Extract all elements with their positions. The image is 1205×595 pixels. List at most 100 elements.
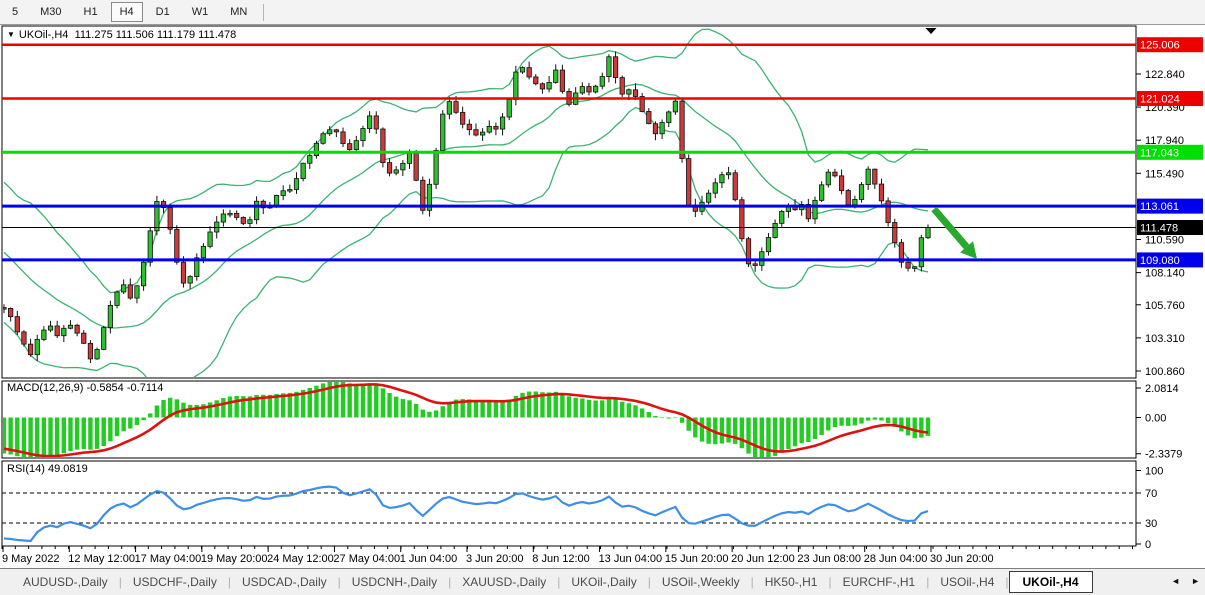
timeframe-button-MN[interactable]: MN (221, 2, 256, 22)
candle-up (301, 163, 305, 178)
macd-signal-value: -0.7114 (127, 382, 164, 394)
candle-down (88, 343, 92, 359)
candle-up (673, 101, 677, 112)
chart-tab-eurchf-h1[interactable]: EURCHF-,H1 (832, 571, 927, 593)
macd-bar (82, 418, 86, 450)
candle-down (8, 308, 12, 316)
candle-down (893, 223, 897, 243)
macd-axis-label: -2.3379 (1145, 449, 1182, 461)
macd-bar (633, 405, 637, 417)
macd-bar (527, 392, 531, 418)
macd-bar (607, 399, 611, 418)
macd-bar (42, 418, 46, 459)
macd-bar (195, 405, 199, 417)
candle-down (374, 116, 378, 129)
timeframe-button-5[interactable]: 5 (3, 2, 27, 22)
level-badge-label: 117.043 (1140, 147, 1179, 159)
macd-bar (673, 418, 677, 419)
timeframe-button-M30[interactable]: M30 (31, 2, 70, 22)
time-axis-label: 8 Jun 12:00 (532, 553, 590, 565)
chart-tab-audusd-daily[interactable]: AUDUSD-,Daily (12, 571, 119, 593)
tab-scroll-left-icon[interactable]: ◄ (1171, 576, 1180, 586)
macd-bar (121, 418, 125, 432)
macd-bar (733, 418, 737, 444)
candle-up (600, 77, 604, 87)
candle-up (361, 129, 365, 141)
chart-tab-usoil-h4[interactable]: USOil-,H4 (929, 571, 1005, 593)
candle-down (454, 102, 458, 113)
candle-down (55, 326, 59, 336)
timeframe-button-D1[interactable]: D1 (147, 2, 179, 22)
price-axis-label: 103.310 (1145, 333, 1185, 345)
macd-bar (839, 418, 843, 426)
tab-scroll-right-icon[interactable]: ► (1191, 576, 1200, 586)
candle-up (228, 213, 232, 215)
candle-up (660, 122, 664, 133)
candle-up (115, 292, 119, 305)
chart-tab-usdchf-daily[interactable]: USDCHF-,Daily (122, 571, 228, 593)
chart-tab-hk50-h1[interactable]: HK50-,H1 (754, 571, 829, 593)
rsi-name: RSI(14) (7, 463, 45, 475)
macd-bar (700, 418, 704, 442)
time-axis-label: 20 Jun 12:00 (731, 553, 795, 565)
macd-bar (653, 416, 657, 418)
chart-tab-xauusd-daily[interactable]: XAUUSD-,Daily (451, 571, 557, 593)
macd-bar (913, 418, 917, 439)
price-chart-canvas[interactable]: 122.840120.390117.940115.490110.590108.1… (0, 25, 1205, 568)
chart-tab-usdcnh-daily[interactable]: USDCNH-,Daily (341, 571, 448, 593)
chart-tab-ukoil-daily[interactable]: UKOil-,Daily (560, 571, 647, 593)
timeframe-button-H4[interactable]: H4 (111, 2, 143, 22)
candle-up (819, 185, 823, 200)
macd-bar (494, 402, 498, 418)
macd-bar (487, 401, 491, 417)
current-price-badge-label: 111.478 (1140, 223, 1178, 235)
candle-up (248, 220, 252, 224)
time-axis-label: 12 May 12:00 (68, 553, 135, 565)
timeframe-button-H1[interactable]: H1 (75, 2, 107, 22)
candle-up (706, 193, 710, 202)
candle-up (401, 163, 405, 170)
macd-bar (128, 418, 132, 429)
symbol-label: UKOil-,H4 (19, 29, 69, 41)
macd-axis-label: 0.00 (1145, 413, 1166, 425)
macd-bar (640, 408, 644, 417)
candle-down (241, 217, 245, 223)
macd-bar (740, 418, 744, 449)
level-badge-label: 113.061 (1140, 201, 1179, 213)
macd-indicator-header: MACD(12,26,9) -0.5854 -0.7114 (7, 382, 163, 394)
macd-bar (367, 383, 371, 417)
chart-tab-ukoil-h4[interactable]: UKOil-,H4 (1009, 571, 1093, 593)
macd-bar (62, 418, 66, 454)
candle-down (839, 176, 843, 191)
macd-bar (234, 396, 238, 418)
macd-bar (647, 412, 651, 417)
candle-down (175, 229, 179, 262)
candle-up (308, 156, 312, 164)
candle-down (560, 70, 564, 91)
candle-down (347, 144, 351, 150)
candle-down (879, 184, 883, 201)
macd-bar (919, 418, 923, 438)
candle-down (181, 262, 185, 283)
macd-bar (873, 418, 877, 420)
macd-bar (600, 400, 604, 417)
candle-up (121, 285, 125, 292)
macd-bar (48, 418, 52, 457)
chevron-down-icon[interactable]: ▼ (7, 30, 15, 39)
chart-tab-usdcad-daily[interactable]: USDCAD-,Daily (231, 571, 338, 593)
macd-bar (879, 418, 883, 421)
macd-bar (88, 418, 92, 450)
macd-bar (793, 418, 797, 447)
macd-bar (826, 418, 830, 431)
macd-bar (846, 418, 850, 426)
macd-name: MACD(12,26,9) (7, 382, 83, 394)
chart-tab-usoil-weekly[interactable]: USOil-,Weekly (651, 571, 751, 593)
candle-down (381, 129, 385, 163)
macd-bar (374, 384, 378, 417)
macd-bar (766, 418, 770, 459)
candle-down (334, 130, 338, 132)
candle-up (480, 132, 484, 135)
timeframe-button-W1[interactable]: W1 (183, 2, 218, 22)
time-axis-label: 9 May 2022 (2, 553, 59, 565)
candle-up (208, 232, 212, 246)
